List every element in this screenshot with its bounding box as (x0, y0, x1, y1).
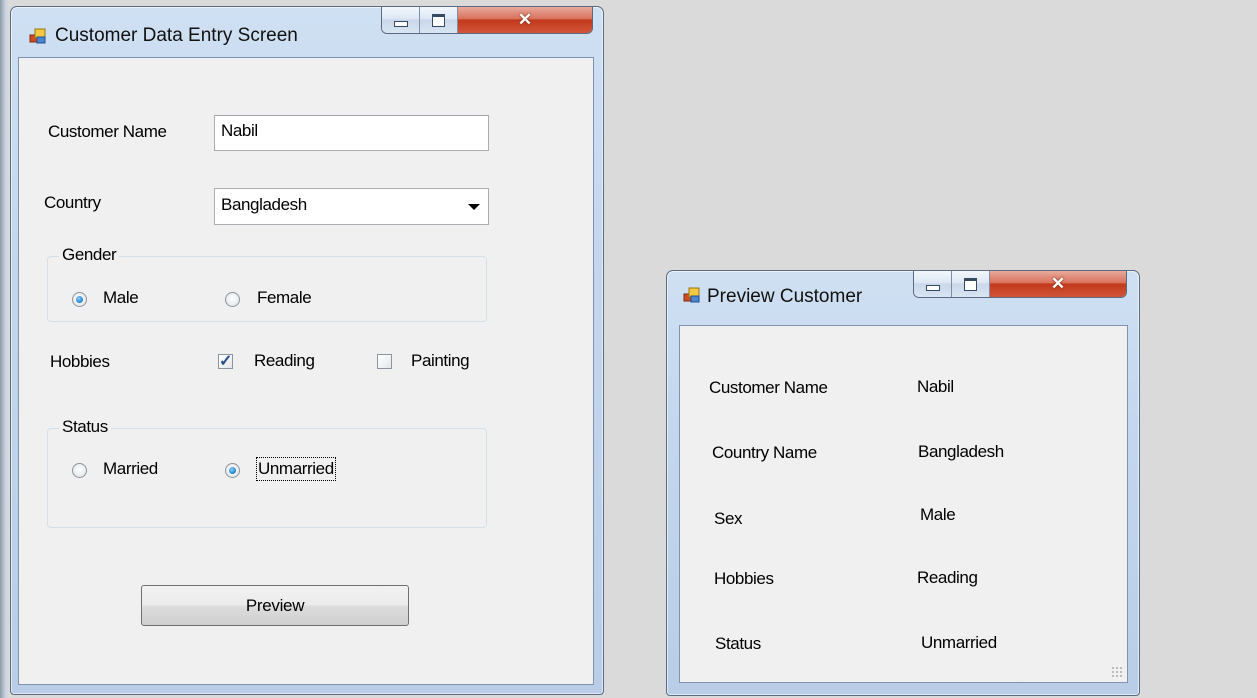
gender-male-label[interactable]: Male (103, 288, 139, 308)
country-label: Country (44, 193, 101, 212)
preview-client-area: Customer Name Nabil Country Name Banglad… (679, 325, 1128, 683)
status-married-radio[interactable] (72, 463, 87, 478)
preview-row-value: Male (920, 505, 956, 524)
hobby-painting-label[interactable]: Painting (411, 351, 470, 371)
country-selected-value: Bangladesh (221, 195, 307, 214)
preview-window-title: Preview Customer (707, 286, 863, 307)
resize-grip-icon[interactable] (1111, 666, 1123, 678)
windows-form-icon (683, 287, 700, 303)
preview-customer-window: Preview Customer ✕ Customer Name Nabil C… (666, 270, 1140, 696)
maximize-button[interactable] (420, 7, 458, 33)
preview-row-label: Country Name (712, 443, 817, 462)
windows-form-icon (29, 28, 46, 44)
gender-female-label[interactable]: Female (257, 288, 312, 308)
preview-row-label: Customer Name (709, 378, 828, 397)
preview-row-label: Sex (714, 509, 743, 528)
preview-row-label: Hobbies (714, 569, 774, 588)
customer-data-entry-window: Customer Data Entry Screen ✕ Customer Na… (10, 6, 604, 695)
close-icon: ✕ (1050, 274, 1066, 293)
minimize-button[interactable] (382, 7, 420, 33)
preview-maximize-button[interactable] (952, 271, 990, 297)
status-unmarried-label[interactable]: Unmarried (256, 457, 336, 481)
gender-male-radio[interactable] (72, 292, 87, 307)
preview-row-value: Nabil (917, 377, 954, 396)
window-title: Customer Data Entry Screen (55, 25, 298, 46)
preview-row-value: Bangladesh (918, 442, 1004, 461)
caption-buttons: ✕ (381, 7, 593, 34)
preview-row-value: Reading (917, 568, 978, 587)
country-dropdown[interactable]: Bangladesh (214, 188, 489, 225)
hobby-reading-label[interactable]: Reading (254, 351, 315, 371)
minimize-icon (925, 285, 940, 291)
preview-row-value: Unmarried (921, 633, 997, 652)
gender-female-radio[interactable] (225, 292, 240, 307)
preview-row-label: Status (715, 634, 761, 653)
maximize-icon (432, 13, 445, 27)
hobby-reading-checkbox[interactable] (218, 351, 233, 371)
minimize-icon (393, 21, 408, 27)
preview-button[interactable]: Preview (141, 585, 409, 626)
customer-name-input[interactable]: Nabil (214, 115, 489, 151)
maximize-icon (964, 277, 977, 291)
status-group-title: Status (59, 417, 111, 437)
main-client-area: Customer Name Nabil Country Bangladesh G… (18, 57, 594, 685)
close-button[interactable]: ✕ (458, 7, 592, 33)
gender-group-title: Gender (59, 245, 120, 265)
preview-minimize-button[interactable] (914, 271, 952, 297)
status-unmarried-radio[interactable] (225, 463, 240, 478)
close-icon: ✕ (517, 10, 533, 29)
left-screen-edge (0, 0, 9, 698)
status-married-label[interactable]: Married (103, 459, 158, 479)
hobby-painting-checkbox[interactable] (377, 354, 392, 369)
customer-name-label: Customer Name (48, 122, 167, 141)
hobbies-label: Hobbies (50, 352, 110, 371)
preview-close-button[interactable]: ✕ (990, 271, 1126, 297)
chevron-down-icon[interactable] (468, 204, 480, 210)
preview-caption-buttons: ✕ (913, 271, 1127, 298)
